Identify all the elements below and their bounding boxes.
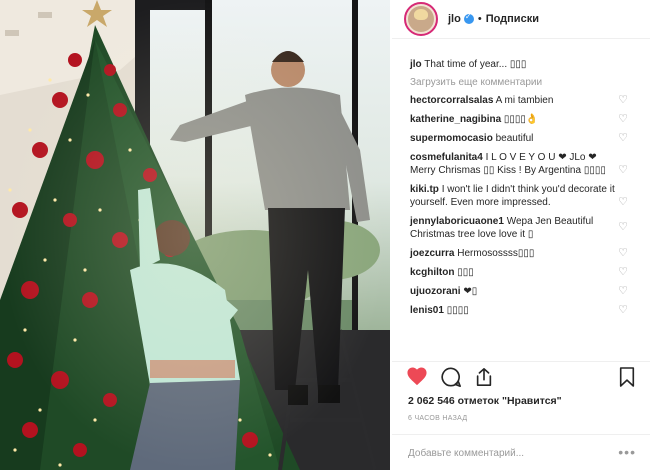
comment-like-heart-icon[interactable]: ♡ (618, 304, 628, 317)
post-actions (406, 366, 646, 388)
caption-username[interactable]: jlo (410, 59, 422, 70)
comment-username[interactable]: hectorcorralsalas (410, 95, 493, 106)
comment-username[interactable]: kiki.tp (410, 184, 439, 195)
comment-like-heart-icon[interactable]: ♡ (618, 247, 628, 260)
comment-like-heart-icon[interactable]: ♡ (618, 196, 628, 209)
comment-text: beautiful (495, 133, 534, 144)
comment-item: katherine_nagibina ▯▯▯▯👌 ♡ (392, 113, 650, 126)
comment-username[interactable]: jennylaboricuaone1 (410, 216, 504, 227)
photo-christmas-tree (0, 0, 390, 470)
heart-icon[interactable] (406, 366, 428, 386)
comment-username[interactable]: ujuozorani (410, 286, 461, 297)
verified-badge-icon (463, 12, 474, 24)
comment-text: ▯▯▯ (457, 267, 474, 278)
comment-item: kiki.tp I won't lie I didn't think you'd… (392, 183, 650, 209)
likes-count[interactable]: 2 062 546 отметок "Нравится" (408, 395, 562, 407)
avatar[interactable] (404, 2, 438, 36)
follow-button[interactable]: Подписки (486, 13, 539, 25)
header-username[interactable]: jlo (448, 13, 461, 25)
comments-list[interactable]: jlo That time of year... ▯▯▯ Загрузить е… (392, 56, 650, 360)
divider (392, 361, 650, 362)
post-header: jlo • Подписки (392, 0, 650, 39)
post-photo[interactable] (0, 0, 390, 470)
divider (392, 434, 650, 435)
comment-item: kcghilton ▯▯▯ ♡ (392, 266, 650, 279)
share-icon[interactable] (474, 366, 494, 388)
post-side-panel: jlo • Подписки jlo That time of year... … (392, 0, 650, 470)
comment-username[interactable]: cosmefulanita4 (410, 152, 483, 163)
load-more-comments-link[interactable]: Загрузить еще комментарии (392, 77, 650, 88)
caption: jlo That time of year... ▯▯▯ (392, 58, 650, 71)
comment-text: ❤▯ (463, 286, 478, 297)
comment-like-heart-icon[interactable]: ♡ (618, 113, 628, 126)
post-timestamp[interactable]: 6 ЧАСОВ НАЗАД (408, 415, 467, 422)
comment-username[interactable]: joezcurra (410, 248, 454, 259)
comment-icon[interactable] (440, 366, 462, 388)
comment-text: ▯▯▯▯👌 (503, 114, 539, 125)
comment-like-heart-icon[interactable]: ♡ (618, 94, 628, 107)
comment-item: ujuozorani ❤▯ ♡ (392, 285, 650, 298)
caption-text: That time of year... ▯▯▯ (424, 59, 527, 70)
comment-like-heart-icon[interactable]: ♡ (618, 132, 628, 145)
comment-like-heart-icon[interactable]: ♡ (618, 164, 628, 177)
comment-item: joezcurra Hermosossss▯▯▯ ♡ (392, 247, 650, 260)
comment-item: hectorcorralsalas A mi tambien ♡ (392, 94, 650, 107)
comment-like-heart-icon[interactable]: ♡ (618, 221, 628, 234)
header-separator: • (477, 13, 482, 25)
comment-username[interactable]: supermomocasio (410, 133, 493, 144)
comment-text: A mi tambien (495, 95, 554, 106)
comment-like-heart-icon[interactable]: ♡ (618, 266, 628, 279)
comment-item: cosmefulanita4 I L O V E Y O U ❤ JLo ❤ M… (392, 151, 650, 177)
comments-fade (392, 346, 650, 360)
comment-username[interactable]: kcghilton (410, 267, 454, 278)
comment-item: lenis01 ▯▯▯▯ ♡ (392, 304, 650, 317)
comment-username[interactable]: katherine_nagibina (410, 114, 501, 125)
comment-text: Hermosossss▯▯▯ (457, 248, 535, 259)
comment-username[interactable]: lenis01 (410, 305, 444, 316)
comment-item: jennylaboricuaone1 Wepa Jen Beautiful Ch… (392, 215, 650, 241)
comment-item: supermomocasio beautiful ♡ (392, 132, 650, 145)
bookmark-icon[interactable] (618, 366, 636, 388)
avatar-image (408, 6, 434, 32)
comment-text: I won't lie I didn't think you'd decorat… (410, 184, 615, 208)
comment-like-heart-icon[interactable]: ♡ (618, 285, 628, 298)
more-options-icon[interactable]: ••• (618, 444, 636, 460)
comment-text: ▯▯▯▯ (446, 305, 469, 316)
add-comment-input[interactable]: Добавьте комментарий... (408, 448, 524, 459)
